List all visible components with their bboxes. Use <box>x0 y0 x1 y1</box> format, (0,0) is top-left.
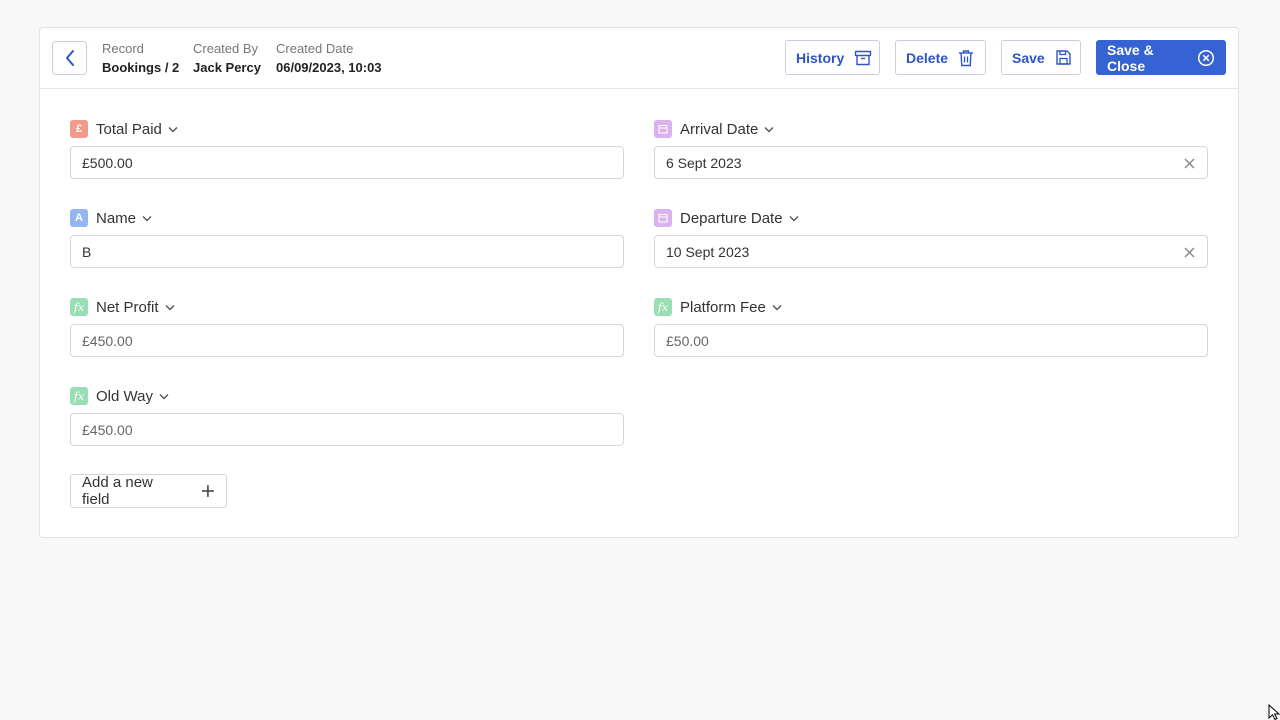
save-button-label: Save <box>1012 49 1045 66</box>
field-name: Arrival Date <box>680 120 759 138</box>
field-label-row[interactable]: A Name <box>70 209 624 227</box>
history-button[interactable]: History <box>785 40 880 75</box>
total-paid-input[interactable]: £500.00 <box>70 146 624 179</box>
field-label-row[interactable]: Arrival Date <box>654 120 1208 138</box>
record-card: Record Bookings / 2 Created By Jack Perc… <box>39 27 1239 538</box>
departure-date-value: 10 Sept 2023 <box>666 243 750 260</box>
record-value: Bookings / 2 <box>102 60 180 75</box>
archive-icon <box>855 50 872 65</box>
calendar-icon <box>654 120 672 138</box>
created-date-meta: Created Date 06/09/2023, 10:03 <box>276 41 382 76</box>
clear-icon[interactable] <box>1182 245 1196 259</box>
chevron-down-icon[interactable] <box>159 393 169 400</box>
chevron-left-icon <box>65 50 74 66</box>
field-name: Name <box>96 209 137 227</box>
created-by-value: Jack Percy <box>193 60 261 75</box>
text-icon: A <box>70 209 88 227</box>
chevron-down-icon[interactable] <box>168 126 178 133</box>
close-circle-icon <box>1197 49 1215 66</box>
old-way-value: £450.00 <box>70 413 624 446</box>
record-header: Record Bookings / 2 Created By Jack Perc… <box>40 28 1238 89</box>
save-and-close-button[interactable]: Save & Close <box>1096 40 1226 75</box>
field-old-way: fx Old Way £450.00 <box>70 387 624 446</box>
created-by-label: Created By <box>193 41 259 56</box>
chevron-down-icon[interactable] <box>142 215 152 222</box>
field-total-paid: £ Total Paid £500.00 <box>70 120 624 179</box>
field-arrival-date: Arrival Date 6 Sept 2023 <box>654 120 1208 179</box>
add-field-button[interactable]: Add a new field <box>70 474 227 508</box>
chevron-down-icon[interactable] <box>764 126 774 133</box>
delete-button-label: Delete <box>906 49 949 66</box>
chevron-down-icon[interactable] <box>789 215 799 222</box>
chevron-down-icon[interactable] <box>772 304 782 311</box>
back-button[interactable] <box>52 41 87 75</box>
clear-icon[interactable] <box>1182 156 1196 170</box>
field-label-row[interactable]: fx Old Way <box>70 387 624 405</box>
history-button-label: History <box>796 49 845 66</box>
chevron-down-icon[interactable] <box>165 304 175 311</box>
pound-icon: £ <box>70 120 88 138</box>
field-name: Old Way <box>96 387 153 405</box>
field-name: Platform Fee <box>680 298 766 316</box>
field-departure-date: Departure Date 10 Sept 2023 <box>654 209 1208 268</box>
field-label-row[interactable]: fx Platform Fee <box>654 298 1208 316</box>
name-input[interactable]: B <box>70 235 624 268</box>
departure-date-input[interactable]: 10 Sept 2023 <box>654 235 1208 268</box>
plus-icon <box>202 485 215 497</box>
arrival-date-value: 6 Sept 2023 <box>666 154 742 171</box>
created-date-value: 06/09/2023, 10:03 <box>276 60 382 75</box>
save-and-close-button-label: Save & Close <box>1107 41 1154 74</box>
formula-icon: fx <box>70 298 88 316</box>
field-platform-fee: fx Platform Fee £50.00 <box>654 298 1208 357</box>
field-name: Net Profit <box>96 298 159 316</box>
platform-fee-value: £50.00 <box>654 324 1208 357</box>
field-label-row[interactable]: fx Net Profit <box>70 298 624 316</box>
formula-icon: fx <box>654 298 672 316</box>
field-name: Total Paid <box>96 120 162 138</box>
add-field-label: Add a new field <box>82 474 153 508</box>
calendar-icon <box>654 209 672 227</box>
created-date-label: Created Date <box>276 41 354 56</box>
mouse-cursor-icon <box>1268 704 1280 720</box>
record-label: Record <box>102 41 144 56</box>
record-meta: Record Bookings / 2 <box>102 41 179 76</box>
save-button[interactable]: Save <box>1001 40 1081 75</box>
created-by-meta: Created By Jack Percy <box>193 41 261 76</box>
field-name-field: A Name B <box>70 209 624 268</box>
trash-icon <box>959 49 974 66</box>
field-label-row[interactable]: £ Total Paid <box>70 120 624 138</box>
field-name: Departure Date <box>680 209 783 227</box>
arrival-date-input[interactable]: 6 Sept 2023 <box>654 146 1208 179</box>
net-profit-value: £450.00 <box>70 324 624 357</box>
formula-icon: fx <box>70 387 88 405</box>
field-label-row[interactable]: Departure Date <box>654 209 1208 227</box>
delete-button[interactable]: Delete <box>895 40 986 75</box>
floppy-disk-icon <box>1056 50 1071 65</box>
field-net-profit: fx Net Profit £450.00 <box>70 298 624 357</box>
